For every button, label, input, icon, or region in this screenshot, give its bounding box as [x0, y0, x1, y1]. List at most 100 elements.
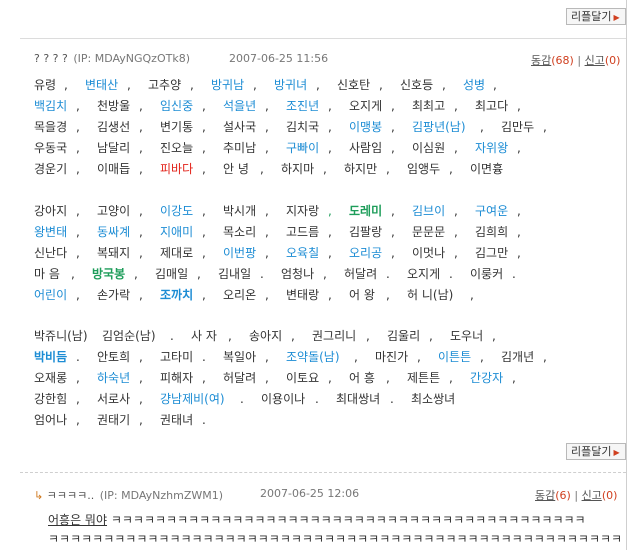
name-item: 김생선: [97, 120, 131, 134]
separator: ,: [366, 329, 370, 343]
separator: ,: [202, 246, 206, 260]
separator: .: [315, 392, 319, 406]
name-item: 권그리니: [312, 329, 357, 343]
report-count: (0): [604, 54, 621, 67]
name-item: 조진년: [286, 99, 320, 113]
name-item: 김엄순(남): [102, 329, 156, 343]
name-item: 김개년: [501, 350, 535, 364]
separator: ,: [316, 78, 320, 92]
separator: ,: [139, 162, 143, 176]
name-item: 제튼튼: [407, 371, 441, 385]
separator: ,: [139, 246, 143, 260]
name-item: 지애미: [160, 225, 194, 239]
name-item: 고양이: [97, 204, 131, 218]
name-item: 엄어나: [34, 413, 68, 427]
name-item: 이면흉: [470, 162, 504, 176]
reply-actions: 동감(6) | 신고(0): [535, 487, 617, 503]
separator: ,: [76, 204, 80, 218]
arrow-right-icon: ▶: [613, 13, 620, 22]
name-item: 최최고: [412, 99, 446, 113]
name-item: 고추양: [148, 78, 182, 92]
name-item: 오지게: [349, 99, 383, 113]
divider: [20, 38, 626, 39]
separator: ,: [202, 162, 206, 176]
name-item: 박비듬: [34, 350, 68, 364]
separator: |: [574, 489, 579, 502]
name-item: 김브이: [412, 204, 446, 218]
separator: .: [240, 392, 244, 406]
separator: ,: [328, 204, 332, 218]
name-item: 송아지: [249, 329, 283, 343]
report-link[interactable]: 신고: [582, 489, 602, 502]
separator: ,: [76, 288, 80, 302]
name-item: 피해자: [160, 371, 194, 385]
name-item: 최고다: [475, 99, 509, 113]
name-item: 엄청나: [281, 267, 315, 281]
separator: .: [386, 267, 390, 281]
report-link[interactable]: 신고: [585, 54, 605, 67]
name-item: 오리공: [349, 246, 383, 260]
name-item: 신난다: [34, 246, 68, 260]
name-item: 걍남제비(여): [160, 392, 225, 406]
name-item: 조약돌(남): [286, 350, 340, 364]
reply-button-top[interactable]: 리플달기 ▶: [566, 8, 626, 25]
name-item: 제대로: [160, 246, 194, 260]
reply-button-bottom[interactable]: 리플달기 ▶: [566, 443, 626, 460]
separator: ,: [139, 288, 143, 302]
separator: .: [390, 392, 394, 406]
name-item: 경운기: [34, 162, 68, 176]
name-item: 강아지: [34, 204, 68, 218]
comment-author[interactable]: ? ? ? ?: [34, 52, 68, 65]
separator: ,: [76, 246, 80, 260]
name-item: 복돼지: [97, 246, 131, 260]
name-item: 피바다: [160, 162, 194, 176]
report-count: (0): [601, 489, 618, 502]
separator: ,: [429, 329, 433, 343]
name-item: 마진가: [375, 350, 409, 364]
name-item: 오재롱: [34, 371, 68, 385]
name-item: 허 니(남): [407, 288, 454, 302]
separator: ,: [328, 246, 332, 260]
name-item: 이심원: [412, 141, 446, 155]
name-item: 백김치: [34, 99, 68, 113]
separator: ,: [391, 141, 395, 155]
name-item: 추미남: [223, 141, 257, 155]
name-item: 안 녕: [223, 162, 249, 176]
separator: ,: [517, 225, 521, 239]
name-item: 남달리: [97, 141, 131, 155]
separator: .: [202, 413, 206, 427]
name-item: 석을년: [223, 99, 257, 113]
reply-meta: ↳ ㅋㅋㅋㅋ.. (IP: MDAyNzhmZWM1): [34, 487, 223, 503]
separator: ,: [76, 225, 80, 239]
separator: ,: [64, 78, 68, 92]
name-item: 유령: [34, 78, 57, 92]
separator: ,: [228, 329, 232, 343]
separator: ,: [328, 371, 332, 385]
comment-ip: (IP: MDAyNGQzOTk8): [73, 52, 190, 65]
name-item: 목을경: [34, 120, 68, 134]
separator: ,: [76, 413, 80, 427]
agree-link[interactable]: 동감: [535, 489, 555, 502]
name-item: 안토희: [97, 350, 131, 364]
separator: ,: [139, 141, 143, 155]
separator: ,: [454, 99, 458, 113]
separator: ,: [190, 78, 194, 92]
name-item: 허달려: [344, 267, 378, 281]
separator: ,: [265, 204, 269, 218]
name-item: 구여운: [475, 204, 509, 218]
divider-dashed: [20, 472, 626, 473]
separator: ,: [543, 350, 547, 364]
name-item: 방국봉: [92, 267, 126, 281]
separator: ,: [197, 267, 201, 281]
name-item: 이룽커: [470, 267, 504, 281]
name-item: 김울리: [387, 329, 421, 343]
name-item: 변기통: [160, 120, 194, 134]
name-item: 도레미: [349, 204, 383, 218]
separator: ,: [543, 120, 547, 134]
separator: .: [76, 350, 80, 364]
name-item: 구빠이: [286, 141, 320, 155]
agree-count: (6): [555, 489, 571, 502]
reply-author[interactable]: ㅋㅋㅋㅋ..: [47, 489, 94, 502]
name-item: 이멋나: [412, 246, 446, 260]
agree-link[interactable]: 동감: [531, 54, 551, 67]
